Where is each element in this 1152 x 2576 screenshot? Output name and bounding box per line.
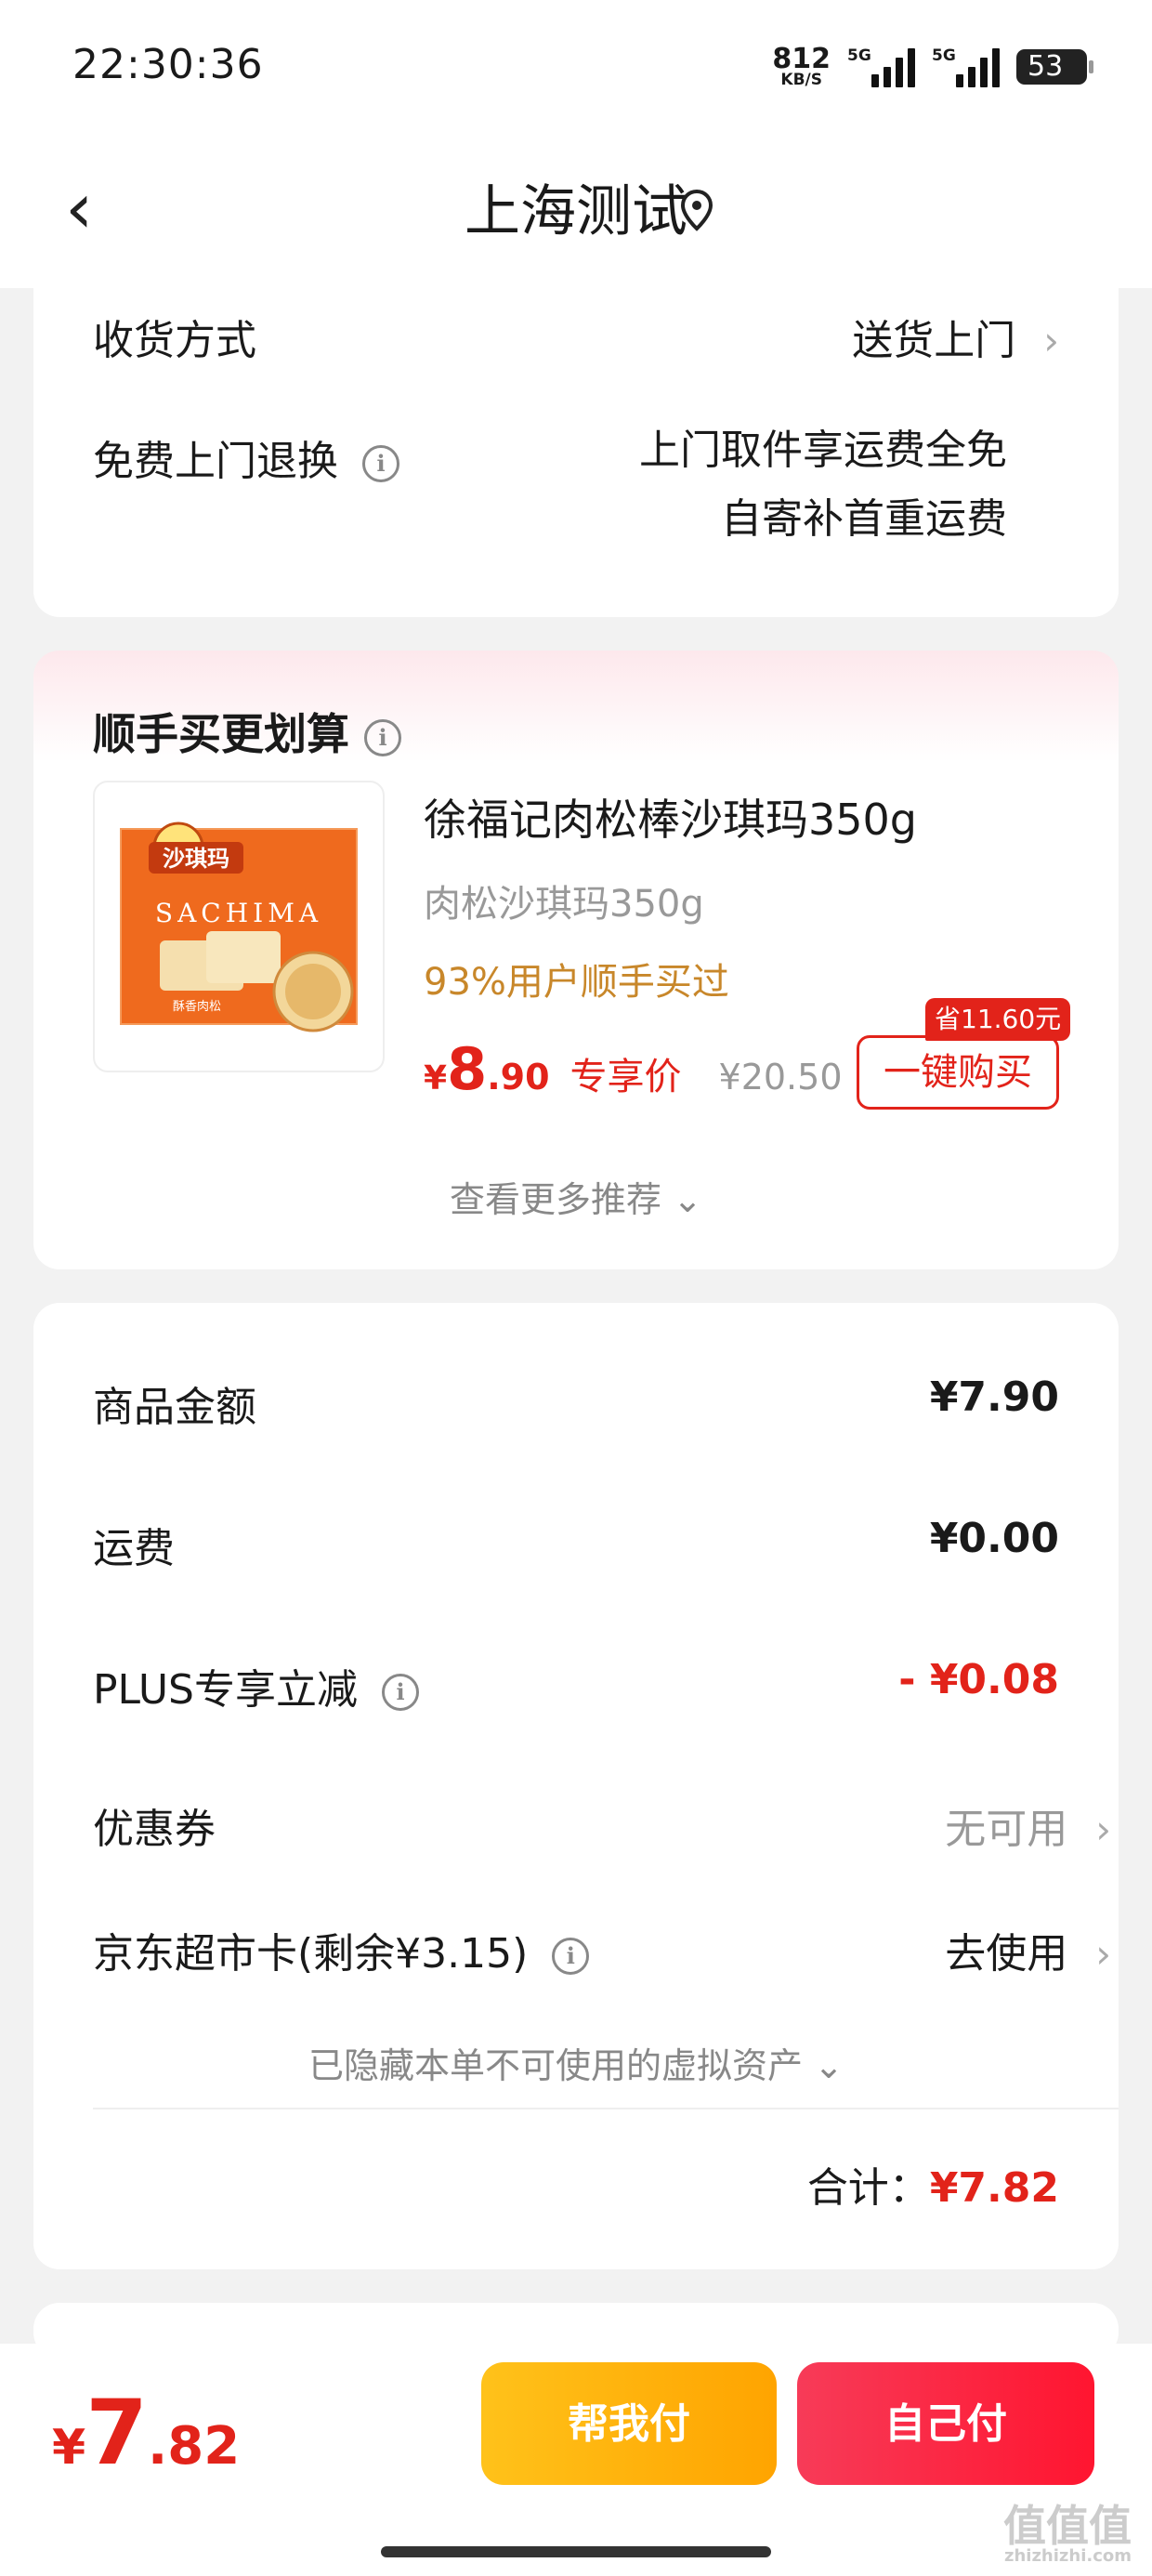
delivery-method-label: 收货方式 (93, 317, 256, 364)
delivery-method-value: 送货上门 (852, 317, 1016, 364)
goods-amount-row: 商品金额 ¥7.90 (93, 1373, 1059, 1433)
chevron-right-icon: › (1043, 318, 1059, 363)
total-row: 合计：¥7.82 (93, 2154, 1059, 2214)
network-speed: 812 KB/S (772, 45, 831, 89)
checkout-total: ¥ 7 .82 (52, 2381, 240, 2485)
goods-amount-label: 商品金额 (93, 1384, 256, 1431)
chevron-right-icon: › (1095, 1807, 1111, 1852)
info-icon[interactable]: i (382, 1674, 419, 1711)
info-icon[interactable]: i (362, 445, 399, 482)
free-return-line2: 自寄补首重运费 (721, 495, 1007, 543)
more-recommend-link[interactable]: 查看更多推荐 ⌄ (33, 1171, 1119, 1222)
chevron-down-icon: ⌄ (673, 1179, 702, 1220)
goods-amount-value: ¥7.90 (929, 1373, 1059, 1421)
status-time: 22:30:36 (72, 41, 264, 88)
more-recommend-text: 查看更多推荐 (450, 1179, 662, 1220)
free-return-line1: 上门取件享运费全免 (639, 427, 1007, 474)
original-price: ¥20.50 (718, 1057, 843, 1097)
order-summary-card: 商品金额 ¥7.90 运费 ¥0.00 PLUS专享立减 i - ¥0.08 优惠… (33, 1303, 1119, 2269)
pay-myself-button[interactable]: 自己付 (797, 2362, 1094, 2485)
recommend-card: 顺手买更划算 i 沙琪玛 SACHIMA 酥香肉松 徐福记肉松棒沙琪玛350g 肉… (33, 651, 1119, 1269)
exclusive-price-tag: 专享价 (569, 1056, 682, 1098)
checkout-price-int: 7 (85, 2381, 148, 2485)
home-indicator[interactable] (381, 2546, 771, 2557)
network-type-1: 5G (847, 46, 871, 65)
plus-discount-row: PLUS专享立减 i - ¥0.08 (93, 1656, 1059, 1715)
divider (93, 2108, 1119, 2109)
recommend-title-text: 顺手买更划算 (93, 709, 349, 759)
sachima-package-icon: 沙琪玛 SACHIMA 酥香肉松 (120, 821, 358, 1032)
signal-icon: 5G (847, 46, 915, 87)
shipping-label: 运费 (93, 1525, 175, 1572)
product-price: ¥ 8 .90 专享价 ¥20.50 (424, 1035, 843, 1103)
svg-text:沙琪玛: 沙琪玛 (163, 846, 229, 872)
info-icon[interactable]: i (552, 1938, 590, 1975)
status-icons: 812 KB/S 5G 5G 53 (772, 41, 1093, 93)
supermarket-card-value: 去使用 (945, 1930, 1068, 1978)
watermark: 值值值 zhizhizhi.com (1003, 2504, 1132, 2567)
network-type-2: 5G (932, 46, 956, 65)
price-symbol: ¥ (424, 1059, 448, 1097)
total-label: 合计： (806, 2164, 930, 2212)
total-value: ¥7.82 (929, 2164, 1059, 2212)
price-int: 8 (447, 1035, 488, 1103)
plus-discount-label: PLUS专享立减 (93, 1666, 358, 1714)
product-name[interactable]: 徐福记肉松棒沙琪玛350g (424, 786, 917, 848)
coupon-row[interactable]: 优惠券 无可用 › (93, 1795, 1111, 1855)
chevron-right-icon: › (1095, 1931, 1111, 1977)
svg-text:酥香肉松: 酥香肉松 (173, 1000, 221, 1014)
svg-text:SACHIMA: SACHIMA (155, 898, 322, 928)
checkout-bar: ¥ 7 .82 帮我付 自己付 值值值 zhizhizhi.com (0, 2344, 1152, 2576)
product-image[interactable]: 沙琪玛 SACHIMA 酥香肉松 (93, 781, 385, 1072)
product-subtitle: 肉松沙琪玛350g (424, 883, 704, 926)
network-speed-unit: KB/S (780, 70, 822, 89)
location-pin-icon[interactable] (678, 188, 715, 234)
delivery-method-row[interactable]: 收货方式 送货上门 › (93, 307, 1059, 366)
help-me-pay-button[interactable]: 帮我付 (481, 2362, 777, 2485)
checkout-price-dec: .82 (147, 2416, 241, 2477)
battery-icon: 53 (1016, 49, 1093, 85)
signal-icon-2: 5G (932, 46, 1000, 87)
status-bar: 22:30:36 812 KB/S 5G 5G 53 (0, 0, 1152, 139)
shipping-value: ¥0.00 (929, 1515, 1059, 1562)
chevron-down-icon: ⌄ (814, 2045, 844, 2086)
delivery-card: 收货方式 送货上门 › 免费上门退换 i 上门取件享运费全免 自寄补首重运费 (33, 279, 1119, 617)
address-title[interactable]: 上海测试 (0, 175, 1152, 249)
checkout-price-symbol: ¥ (52, 2420, 86, 2476)
info-icon[interactable]: i (364, 718, 401, 756)
coupon-label: 优惠券 (93, 1806, 216, 1853)
hidden-assets-toggle[interactable]: 已隐藏本单不可使用的虚拟资产 ⌄ (33, 2037, 1119, 2088)
shipping-row: 运费 ¥0.00 (93, 1515, 1059, 1574)
plus-discount-value: - ¥0.08 (898, 1656, 1059, 1703)
price-dec: .90 (487, 1057, 550, 1097)
coupon-value: 无可用 (945, 1806, 1068, 1853)
one-click-buy-button[interactable]: 一键购买 (857, 1035, 1059, 1110)
save-badge: 省11.60元 (925, 998, 1071, 1041)
free-return-row: 免费上门退换 i 上门取件享运费全免 自寄补首重运费 (93, 427, 1059, 543)
watermark-sub: zhizhizhi.com (1003, 2546, 1132, 2566)
free-return-label: 免费上门退换 (93, 438, 338, 485)
product-stat: 93%用户顺手买过 (424, 961, 729, 1004)
recommend-title: 顺手买更划算 i (93, 701, 401, 762)
hidden-assets-text: 已隐藏本单不可使用的虚拟资产 (308, 2045, 804, 2086)
watermark-text: 值值值 (1003, 2501, 1132, 2551)
supermarket-card-row[interactable]: 京东超市卡(剩余¥3.15) i 去使用 › (93, 1920, 1111, 1979)
nav-bar: ‹ 上海测试 (0, 139, 1152, 288)
supermarket-card-label: 京东超市卡(剩余¥3.15) (93, 1930, 529, 1978)
